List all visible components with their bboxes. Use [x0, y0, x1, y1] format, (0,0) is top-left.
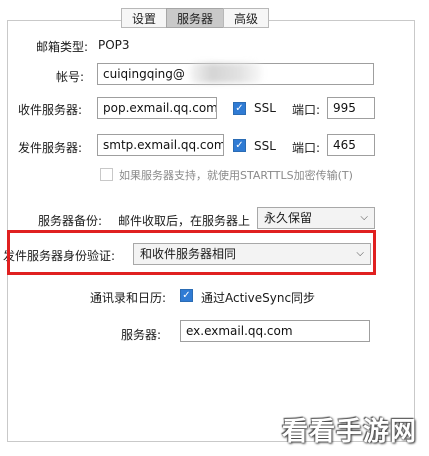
activesync-label: 通过ActiveSync同步: [201, 291, 316, 305]
account-label: 帐号:: [56, 70, 85, 84]
outgoing-server-label: 发件服务器:: [18, 141, 83, 155]
outgoing-port-label: 端口:: [292, 141, 321, 155]
incoming-server-input[interactable]: pop.exmail.qq.com: [97, 97, 217, 119]
highlight-box: [7, 230, 376, 275]
watermark-text: 看看手游网: [281, 417, 417, 447]
outgoing-ssl-checkbox[interactable]: ✓: [233, 139, 246, 152]
mailbox-type-label: 邮箱类型:: [36, 40, 89, 54]
mailbox-type-value: POP3: [98, 38, 130, 52]
activesync-server-label: 服务器:: [121, 328, 162, 342]
starttls-label: 如果服务器支持，就使用STARTTLS加密传输(T): [119, 169, 353, 182]
tab-bar: 设置 服务器 高级: [121, 8, 270, 28]
backup-label: 服务器备份:: [38, 214, 103, 228]
outgoing-port-input[interactable]: 465: [327, 134, 375, 156]
backup-select[interactable]: 永久保留 ⌵: [257, 207, 375, 229]
backup-select-value: 永久保留: [264, 211, 313, 225]
check-icon: ✓: [235, 140, 244, 151]
redaction-blur: [190, 63, 262, 83]
activesync-checkbox[interactable]: ✓: [180, 289, 193, 302]
tab-advanced[interactable]: 高级: [223, 8, 270, 28]
incoming-port-input[interactable]: 995: [327, 97, 375, 119]
outgoing-server-input[interactable]: smtp.exmail.qq.com: [97, 134, 224, 156]
tab-server[interactable]: 服务器: [166, 8, 225, 28]
contacts-calendar-label: 通讯录和日历:: [90, 291, 167, 305]
incoming-ssl-checkbox[interactable]: ✓: [233, 102, 246, 115]
starttls-checkbox[interactable]: [100, 168, 113, 181]
chevron-down-icon: ⌵: [360, 212, 368, 223]
backup-middle-text: 邮件收取后，在服务器上: [118, 214, 251, 228]
check-icon: ✓: [182, 290, 191, 301]
incoming-ssl-label: SSL: [254, 101, 276, 115]
tab-settings[interactable]: 设置: [121, 8, 168, 28]
incoming-port-label: 端口:: [292, 103, 321, 117]
check-icon: ✓: [235, 103, 244, 114]
outgoing-ssl-label: SSL: [254, 139, 276, 153]
activesync-server-input[interactable]: ex.exmail.qq.com: [180, 320, 370, 342]
incoming-server-label: 收件服务器:: [18, 103, 83, 117]
